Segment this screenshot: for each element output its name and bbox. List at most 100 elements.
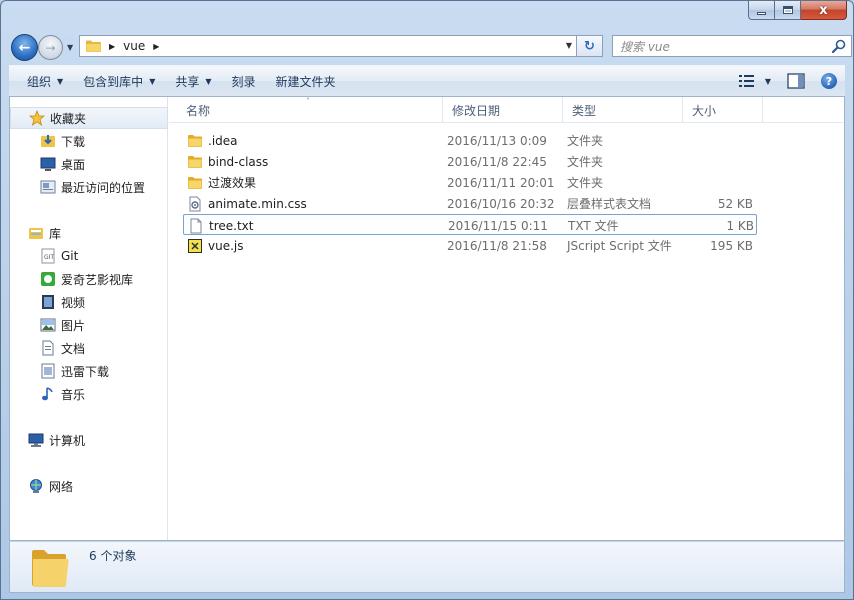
maximize-button[interactable] (775, 1, 801, 20)
column-header-type[interactable]: 类型 (563, 97, 683, 123)
column-header-label: 名称 (186, 103, 211, 118)
file-size: 1 KB (726, 218, 754, 233)
video-icon (40, 294, 56, 310)
folder-icon (32, 550, 69, 587)
sidebar-item-xunlei-downloads[interactable]: 迅雷下载 (10, 360, 168, 382)
sidebar-item-pictures[interactable]: 图片 (10, 314, 168, 336)
file-row[interactable]: 过渡效果 2016/11/11 20:01 文件夹 (183, 172, 757, 193)
share-menu[interactable]: 共享 ▼ (165, 69, 221, 93)
file-row[interactable]: animate.min.css 2016/10/16 20:32 层叠样式表文档… (183, 193, 757, 214)
sidebar-item-label: 爱奇艺影视库 (61, 272, 134, 287)
file-row[interactable]: bind-class 2016/11/8 22:45 文件夹 (183, 151, 757, 172)
maximize-icon (782, 6, 793, 14)
organize-menu[interactable]: 组织 ▼ (17, 69, 73, 93)
pictures-icon (40, 317, 56, 333)
arrow-right-icon: → (45, 40, 56, 55)
include-in-library-label: 包含到库中 (83, 74, 144, 89)
search-input[interactable]: 搜索 vue (620, 38, 670, 55)
file-name: bind-class (208, 154, 269, 169)
xunlei-library-icon (40, 363, 56, 379)
network-icon (28, 478, 44, 494)
file-size (683, 151, 753, 172)
command-bar: 组织 ▼ 包含到库中 ▼ 共享 ▼ 刻录 新建文件夹 ▼ ? (9, 65, 845, 97)
sidebar-item-label: Git (61, 249, 79, 263)
file-row-selected[interactable]: tree.txt 2016/11/15 0:11 TXT 文件 1 KB (183, 214, 757, 235)
sidebar-item-label: 视频 (61, 295, 86, 310)
script-file-icon (187, 238, 203, 254)
file-size: 195 KB (710, 238, 753, 253)
close-button[interactable]: x (801, 1, 847, 20)
address-dropdown-icon[interactable]: ▼ (566, 41, 572, 50)
recent-pages-dropdown[interactable]: ▼ (67, 43, 73, 52)
new-folder-label: 新建文件夹 (275, 74, 336, 89)
file-type: 文件夹 (567, 134, 604, 148)
downloads-folder-icon (40, 133, 56, 149)
close-icon: x (819, 2, 828, 18)
sidebar-item-label: 图片 (61, 318, 86, 333)
computer-icon (28, 432, 44, 448)
change-view-icon[interactable] (735, 70, 759, 92)
include-in-library-menu[interactable]: 包含到库中 ▼ (73, 69, 165, 93)
sidebar-item-documents[interactable]: 文档 (10, 337, 168, 359)
sidebar-item-videos[interactable]: 视频 (10, 291, 168, 313)
folder-icon (187, 133, 203, 149)
libraries-icon (28, 225, 44, 241)
sidebar-item-recent-places[interactable]: 最近访问的位置 (10, 176, 168, 198)
sidebar-item-libraries[interactable]: 库 (10, 222, 168, 244)
back-button[interactable]: ← (11, 34, 38, 61)
document-icon (40, 340, 56, 356)
desktop-icon (40, 156, 56, 172)
breadcrumb-separator-icon[interactable]: ▶ (109, 42, 115, 51)
new-folder-button[interactable]: 新建文件夹 (266, 69, 346, 93)
column-header-label: 修改日期 (452, 103, 501, 118)
file-row[interactable]: vue.js 2016/11/8 21:58 JScript Script 文件… (183, 235, 757, 256)
breadcrumb-separator-icon[interactable]: ▶ (153, 42, 159, 51)
search-box[interactable]: 搜索 vue (612, 35, 852, 57)
breadcrumb-item[interactable]: vue (123, 39, 145, 53)
item-count-text: 6 个对象 (89, 549, 137, 563)
refresh-button[interactable]: ↻ (577, 35, 603, 57)
column-header-size[interactable]: 大小 (683, 97, 763, 123)
address-bar[interactable]: ▶ vue ▶ ▼ (79, 35, 577, 57)
caption-buttons: x (748, 1, 847, 20)
search-icon[interactable] (832, 39, 846, 53)
navigation-pane: 收藏夹 下载 桌面 最近访问的位置 库 GIT Git 爱奇艺影视库 视频 图片… (10, 97, 168, 540)
minimize-button[interactable] (748, 1, 775, 20)
folder-icon (187, 175, 203, 191)
file-date: 2016/11/15 0:11 (448, 218, 548, 233)
preview-pane-icon[interactable] (787, 73, 805, 89)
sidebar-item-label: 迅雷下载 (61, 364, 110, 379)
column-header-row: ˄ 名称 修改日期 类型 大小 (169, 97, 844, 123)
forward-button[interactable]: → (38, 35, 63, 60)
sidebar-item-favorites[interactable]: 收藏夹 (10, 107, 168, 129)
file-type: 层叠样式表文档 (567, 197, 652, 211)
sidebar-item-label: 计算机 (49, 433, 86, 448)
main-content: 收藏夹 下载 桌面 最近访问的位置 库 GIT Git 爱奇艺影视库 视频 图片… (9, 97, 845, 541)
sidebar-item-label: 桌面 (61, 157, 86, 172)
sidebar-item-label: 网络 (49, 479, 74, 494)
burn-button[interactable]: 刻录 (222, 69, 266, 93)
sidebar-item-git[interactable]: GIT Git (10, 245, 168, 267)
view-options-dropdown-icon[interactable]: ▼ (765, 77, 771, 86)
sidebar-item-label: 最近访问的位置 (61, 180, 146, 195)
star-icon (29, 110, 45, 126)
sidebar-item-computer[interactable]: 计算机 (10, 429, 168, 451)
sidebar-item-music[interactable]: 音乐 (10, 383, 168, 405)
sidebar-item-iqiyi[interactable]: 爱奇艺影视库 (10, 268, 168, 290)
text-file-icon (188, 218, 204, 234)
column-header-name[interactable]: 名称 (177, 97, 443, 123)
refresh-icon: ↻ (584, 38, 595, 54)
column-header-date-modified[interactable]: 修改日期 (443, 97, 563, 123)
help-icon[interactable]: ? (821, 73, 837, 89)
file-name: 过渡效果 (208, 176, 257, 190)
explorer-window: x ← → ▼ ▶ vue ▶ ▼ ↻ 搜索 vue 组织 ▼ 包含到库中 ▼ (0, 0, 854, 600)
share-label: 共享 (175, 74, 200, 89)
file-type: TXT 文件 (568, 219, 619, 233)
sidebar-item-desktop[interactable]: 桌面 (10, 153, 168, 175)
view-controls: ▼ ? (735, 70, 837, 92)
file-row[interactable]: .idea 2016/11/13 0:09 文件夹 (183, 130, 757, 151)
chevron-down-icon: ▼ (149, 76, 156, 86)
file-name: animate.min.css (208, 196, 307, 211)
sidebar-item-downloads[interactable]: 下载 (10, 130, 168, 152)
sidebar-item-network[interactable]: 网络 (10, 475, 168, 497)
